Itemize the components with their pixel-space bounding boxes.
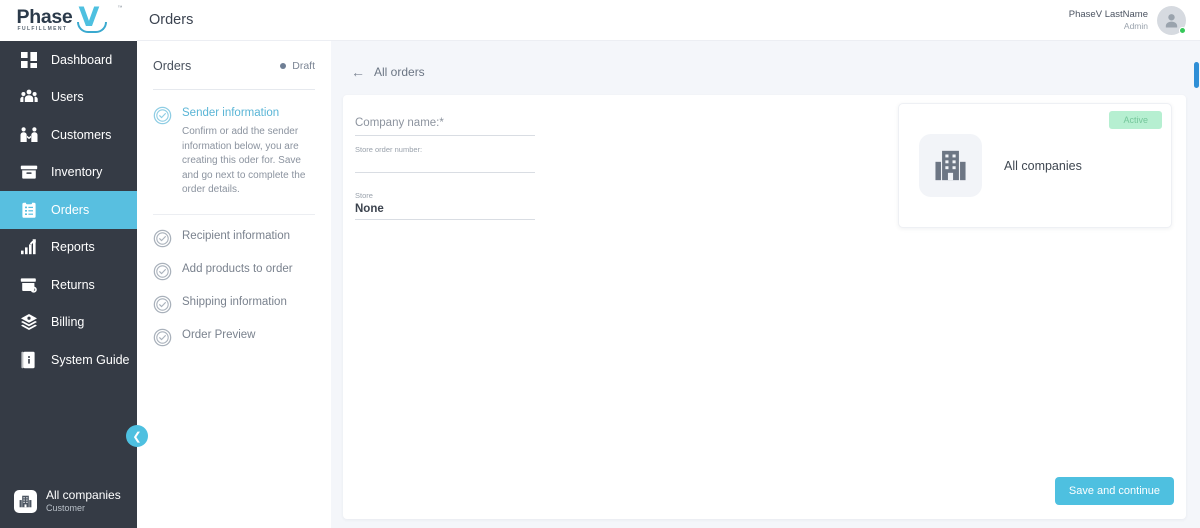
content-area: Orders PhaseV LastName Admin Orders Draf… [137,0,1200,528]
sidebar-item-returns[interactable]: Returns [0,266,137,304]
field-underline [355,172,535,173]
step-label: Add products to order [182,262,293,275]
company-selection-card[interactable]: Active All companies [898,103,1172,228]
sidebar-item-users[interactable]: Users [0,79,137,117]
company-card-name: All companies [1004,158,1082,173]
user-name: PhaseV LastName [1068,8,1148,20]
sidebar-label: Users [51,90,84,105]
app-root: Phase V FULFILLMENT ™ Dashboard Users Cu… [0,0,1200,528]
sidebar-nav: Dashboard Users Customers Inventory Orde… [0,41,137,488]
page-title: Orders [149,12,194,28]
order-steps-panel: Orders Draft Sender information Confirm … [137,41,331,528]
sidebar: Phase V FULFILLMENT ™ Dashboard Users Cu… [0,0,148,528]
field-store-order-number[interactable]: Store order number: [355,145,543,173]
store-order-number-label: Store order number: [355,145,423,154]
arrow-left-icon: ← [351,64,365,80]
step-label: Sender information [182,107,280,119]
sidebar-label: Returns [51,277,95,292]
status-dot-icon [280,63,287,69]
step-label: Shipping information [182,295,287,308]
logo-word: Phase [16,5,73,28]
customers-icon [20,126,38,144]
users-icon [20,88,38,106]
step-label: Recipient information [182,229,291,242]
sidebar-item-system-guide[interactable]: System Guide [0,341,137,379]
logo-tagline: FULFILLMENT [17,25,68,32]
sidebar-label: Customers [51,127,112,142]
building-icon [14,489,37,513]
sidebar-item-dashboard[interactable]: Dashboard [0,41,137,79]
inventory-box-icon [20,163,38,181]
sidebar-item-reports[interactable]: Reports [0,229,137,267]
step-shipping-information[interactable]: Shipping information [153,281,315,314]
book-icon [20,351,38,369]
check-circle-icon [153,328,172,347]
sidebar-account-role: Customer [46,503,86,513]
step-recipient-information[interactable]: Recipient information [153,215,315,248]
steps-header: Orders Draft [153,59,315,90]
user-role: Admin [1123,20,1148,31]
field-store[interactable]: Store None [355,191,543,220]
brand-logo[interactable]: Phase V FULFILLMENT ™ [0,0,137,41]
step-add-products-to-order[interactable]: Add products to order [153,248,315,281]
sidebar-collapse-button[interactable]: ❮ [126,425,148,447]
return-box-icon [20,276,38,294]
step-order-preview[interactable]: Order Preview [153,314,315,347]
online-status-dot [1179,26,1186,34]
save-and-continue-button[interactable]: Save and continue [1054,477,1174,505]
check-circle-icon [153,229,172,248]
clipboard-orders-icon [20,201,38,219]
step-label: Order Preview [182,328,256,341]
logo-swoosh-icon [76,21,107,33]
building-icon [919,134,982,197]
logo-trademark: ™ [117,4,123,11]
avatar[interactable] [1157,5,1186,35]
field-underline [355,219,535,220]
status-badge-active: Active [1109,111,1162,129]
sender-form: Company name:* Store order number: Store… [343,95,543,220]
check-circle-icon [153,262,172,281]
field-company-name[interactable]: Company name:* [355,117,543,136]
sidebar-account-name: All companies [46,488,121,502]
steps-panel-title: Orders [153,59,192,73]
sidebar-item-billing[interactable]: Billing [0,304,137,342]
company-name-label: Company name:* [355,117,444,129]
sidebar-label: System Guide [51,352,130,367]
grid-icon [20,51,38,69]
back-to-all-orders-link[interactable]: ← All orders [343,55,1186,85]
sidebar-label: Billing [51,315,85,330]
sidebar-label: Inventory [51,165,103,180]
check-circle-icon [153,295,172,314]
order-form-panel: ← All orders Company name:* Store order … [331,41,1200,528]
chevron-left-icon: ❮ [132,430,142,443]
store-label: Store [355,191,373,200]
workspace: Orders Draft Sender information Confirm … [137,41,1200,528]
bar-chart-icon [20,238,38,256]
step-description: Confirm or add the sender information be… [182,126,306,195]
sender-information-card: Company name:* Store order number: Store… [343,95,1186,519]
sidebar-label: Dashboard [51,52,113,67]
page-scrollbar-thumb[interactable] [1194,62,1199,88]
status-badge: Draft [280,60,315,72]
back-link-label: All orders [374,65,425,79]
sidebar-label: Orders [51,202,90,217]
field-underline [355,135,535,136]
step-sender-information[interactable]: Sender information Confirm or add the se… [153,90,315,215]
sidebar-label: Reports [51,240,95,255]
sidebar-item-customers[interactable]: Customers [0,116,137,154]
status-label: Draft [292,60,315,72]
sidebar-item-orders[interactable]: Orders [0,191,137,229]
check-circle-icon [153,106,172,125]
store-order-number-value [355,157,543,172]
layers-billing-icon [20,313,38,331]
user-menu[interactable]: PhaseV LastName Admin [1068,5,1186,35]
top-header: Orders PhaseV LastName Admin [137,0,1200,41]
store-value: None [355,203,384,215]
sidebar-footer-account[interactable]: All companies Customer [0,488,137,528]
user-avatar-icon [1165,13,1178,27]
sidebar-item-inventory[interactable]: Inventory [0,154,137,192]
